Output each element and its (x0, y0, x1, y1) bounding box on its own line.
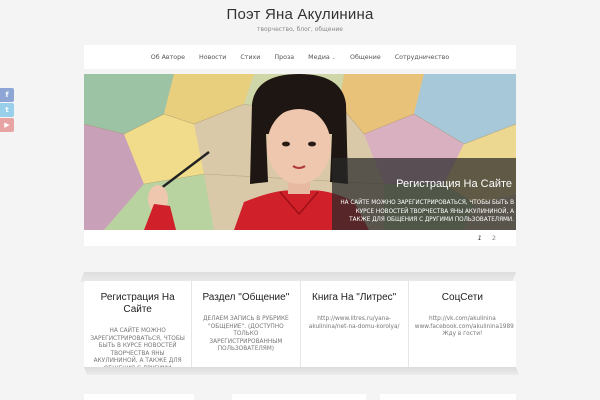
feature-cards: Регистрация На Сайте На сайте можно заре… (84, 281, 516, 367)
next-section-block (232, 394, 366, 400)
site-tagline: творчество, блог, общение (257, 26, 343, 33)
facebook-icon[interactable]: f (0, 88, 14, 102)
card-text: На сайте можно зарегистрироваться, чтобы… (90, 328, 185, 367)
nav-item-about[interactable]: Об Авторе (144, 54, 192, 61)
feature-card: СоцСети http://vk.com/akulinina www.face… (408, 281, 516, 367)
nav-item-cooperation[interactable]: Сотрудничество (388, 54, 457, 61)
nav-item-communication[interactable]: Общение (343, 54, 388, 61)
pager-page-2[interactable]: 2 (492, 234, 496, 242)
slide-caption-title[interactable]: Регистрация На Сайте (332, 178, 516, 190)
nav-item-poems[interactable]: Стихи (233, 54, 267, 61)
youtube-icon[interactable]: ▶ (0, 118, 14, 132)
slider-pager-bar: 1 2 (84, 230, 516, 246)
social-sidebar: f t ▶ (0, 88, 14, 133)
nav-item-media-label: Медиа (308, 53, 330, 61)
site-header: Поэт Яна Акулинина творчество, блог, общ… (0, 0, 600, 44)
feature-card: Регистрация На Сайте На сайте можно заре… (84, 281, 193, 367)
card-title[interactable]: Регистрация На Сайте (90, 292, 185, 316)
slide-caption-text: На сайте можно зарегистрироваться, чтобы… (340, 200, 514, 224)
card-title[interactable]: СоцСети (415, 292, 510, 304)
nav-item-prose[interactable]: Проза (267, 54, 301, 61)
card-title[interactable]: Книга На "Литрес" (307, 292, 402, 304)
nav-item-news[interactable]: Новости (192, 54, 233, 61)
next-section-block (84, 394, 194, 400)
section-divider (84, 367, 519, 375)
card-text: Делаем запись в рубрике "Общение". (Дост… (203, 316, 289, 353)
pager-page-1[interactable]: 1 (478, 234, 482, 242)
slider-pager: 1 2 (470, 234, 496, 242)
twitter-icon[interactable]: t (0, 103, 14, 117)
nav-item-media[interactable]: Медиа ⌄ (301, 54, 343, 61)
feature-card: Раздел "Общение" Делаем запись в рубрике… (192, 281, 301, 367)
feature-card: Книга На "Литрес" http://www.litres.ru/y… (300, 281, 409, 367)
card-link[interactable]: http://www.litres.ru/yana-akulinina/net-… (307, 316, 402, 331)
card-links[interactable]: http://vk.com/akulinina www.facebook.com… (415, 316, 514, 339)
chevron-down-icon: ⌄ (331, 54, 336, 61)
next-section-block (380, 394, 516, 400)
card-title[interactable]: Раздел "Общение" (198, 292, 293, 304)
site-title[interactable]: Поэт Яна Акулинина (0, 6, 600, 23)
main-nav: Об Авторе Новости Стихи Проза Медиа ⌄ Общ… (84, 45, 516, 69)
